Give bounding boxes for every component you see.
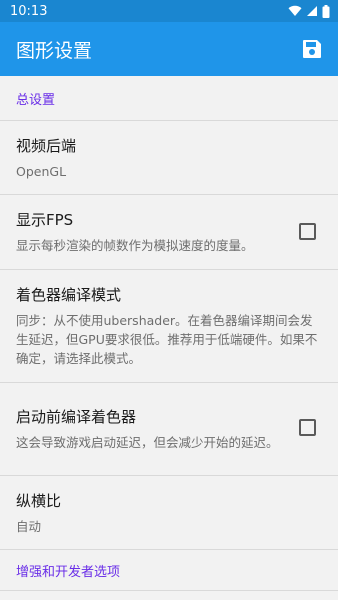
setting-show-fps[interactable]: 显示FPS 显示每秒渲染的帧数作为模拟速度的度量。 xyxy=(0,195,338,269)
setting-title: 显示FPS xyxy=(16,211,74,229)
setting-summary: 自动 xyxy=(16,518,42,534)
page-title: 图形设置 xyxy=(16,39,93,62)
setting-aspect-ratio[interactable]: 纵横比 自动 xyxy=(0,476,338,549)
signal-icon xyxy=(307,6,317,16)
setting-title: 着色器编译模式 xyxy=(16,286,122,304)
battery-icon xyxy=(322,4,330,18)
setting-summary: 同步：从不使用ubershader。在着色器编译期间会发生延迟，但GPU要求很低… xyxy=(16,313,318,366)
setting-title: 启动前编译着色器 xyxy=(16,408,137,426)
setting-summary: OpenGL xyxy=(16,163,67,179)
section-header-enhancements: 增强和开发者选项 xyxy=(16,564,121,580)
setting-summary: 显示每秒渲染的帧数作为模拟速度的度量。 xyxy=(16,238,254,253)
setting-video-backend[interactable]: 视频后端 OpenGL xyxy=(0,121,338,194)
setting-title: 纵横比 xyxy=(16,491,62,510)
save-button[interactable] xyxy=(298,35,326,63)
precompile-shaders-checkbox[interactable] xyxy=(299,419,316,436)
show-fps-checkbox[interactable] xyxy=(299,223,316,240)
status-icons xyxy=(288,4,330,18)
setting-title: 视频后端 xyxy=(16,136,77,155)
app-bar: 图形设置 xyxy=(0,22,338,76)
status-time: 10:13 xyxy=(10,3,48,19)
divider xyxy=(0,590,338,591)
settings-list: 总设置 视频后端 OpenGL 显示FPS 显示每秒渲染的帧数作为模拟速度的度量… xyxy=(0,76,338,600)
setting-shader-compilation-mode[interactable]: 着色器编译模式 同步：从不使用ubershader。在着色器编译期间会发生延迟，… xyxy=(0,270,338,382)
wifi-icon xyxy=(288,5,302,17)
setting-summary: 这会导致游戏启动延迟，但会减少开始的延迟。 xyxy=(16,435,279,450)
setting-precompile-shaders[interactable]: 启动前编译着色器 这会导致游戏启动延迟，但会减少开始的延迟。 xyxy=(0,383,338,475)
section-header-general: 总设置 xyxy=(16,92,56,108)
save-icon xyxy=(303,40,321,58)
status-bar: 10:13 xyxy=(0,0,338,22)
